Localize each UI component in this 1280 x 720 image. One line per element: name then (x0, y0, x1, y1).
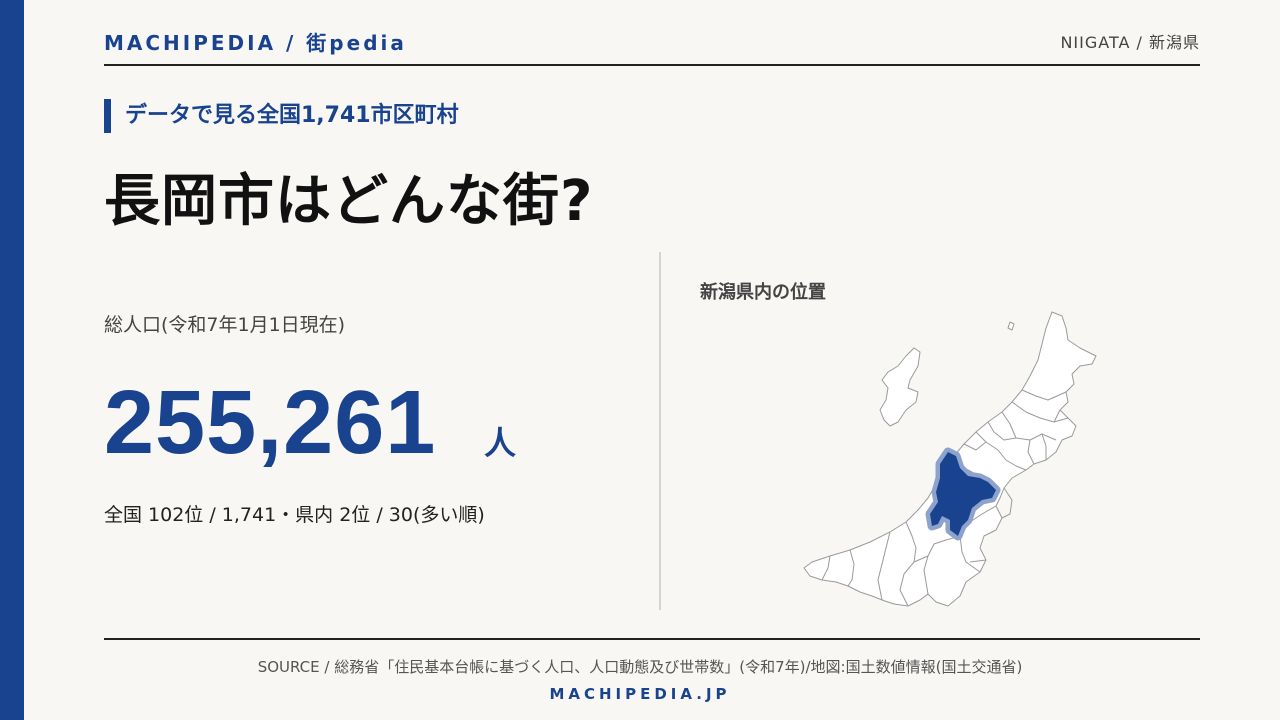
source-credit: SOURCE / 総務省「住民基本台帳に基づく人口、人口動態及び世帯数」(令和7… (257, 658, 1023, 676)
brand-logo-text[interactable]: MACHIPEDIA / 街pedia (104, 27, 407, 56)
population-label: 総人口(令和7年1月1日現在) (104, 314, 346, 336)
section-kicker: データで見る全国1,741市区町村 (104, 99, 459, 133)
site-url[interactable]: MACHIPEDIA.JP (0, 685, 1280, 703)
awashima-island (1007, 321, 1015, 331)
page-title: 長岡市はどんな街? (104, 169, 594, 234)
accent-side-bar (0, 0, 24, 720)
footer-rule (104, 638, 1200, 640)
population-rank: 全国 102位 / 1,741・県内 2位 / 30(多い順) (104, 504, 485, 526)
population-value: 255,261 (104, 373, 437, 473)
region-label: NIIGATA / 新潟県 (1060, 33, 1200, 52)
header: MACHIPEDIA / 街pedia NIIGATA / 新潟県 (104, 24, 1200, 66)
sado-island (879, 347, 921, 427)
population-unit: 人 (484, 424, 517, 462)
niigata-location-map (803, 311, 1097, 607)
vertical-divider (659, 252, 661, 610)
